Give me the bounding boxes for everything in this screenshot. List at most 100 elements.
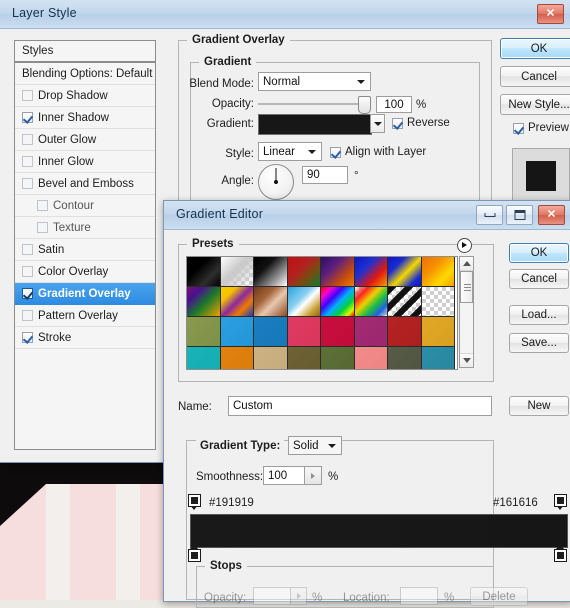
gradient-preview-strip[interactable] [190, 514, 568, 548]
sidebar-item-pattern-overlay[interactable]: Pattern Overlay [15, 305, 155, 327]
ge-load-button[interactable]: Load... [509, 305, 569, 325]
delete-stop-button[interactable]: Delete [470, 587, 528, 606]
preset-swatch-violet-green-orange[interactable] [187, 287, 221, 317]
stop-opacity-input[interactable] [253, 587, 291, 605]
new-style-button[interactable]: New Style... [500, 94, 570, 115]
opacity-input[interactable]: 100 [376, 96, 412, 113]
preset-swatch-black-to-white[interactable] [254, 257, 288, 287]
preset-swatch-chrome[interactable] [287, 287, 321, 317]
smoothness-input[interactable]: 100 [263, 466, 305, 485]
preset-swatch-transparent-stripes[interactable] [388, 287, 422, 317]
preset-swatch-olive-green[interactable] [187, 317, 221, 347]
preset-swatch-orange[interactable] [220, 347, 254, 369]
preset-swatch-transparent-rainbow[interactable] [354, 287, 388, 317]
gradient-picker-dropdown[interactable] [370, 114, 385, 133]
preset-swatch-dark-red[interactable] [388, 317, 422, 347]
presets-grid[interactable] [186, 256, 458, 370]
gradient-stop-left-bottom[interactable] [188, 544, 201, 562]
close-button[interactable]: ✕ [537, 4, 564, 24]
preset-swatch-goldenrod[interactable] [421, 317, 455, 347]
checkbox-icon[interactable] [22, 266, 33, 277]
sidebar-item-inner-glow[interactable]: Inner Glow [15, 151, 155, 173]
sidebar-item-inner-shadow[interactable]: Inner Shadow [15, 107, 155, 129]
preset-swatch-transparent[interactable] [421, 287, 455, 317]
sidebar-item-outer-glow[interactable]: Outer Glow [15, 129, 155, 151]
angle-dial[interactable] [258, 164, 294, 200]
presets-scrollbar[interactable] [459, 256, 474, 368]
preset-swatch-blue-yellow-blue[interactable] [388, 257, 422, 287]
opacity-slider-knob[interactable] [358, 96, 371, 114]
sidebar-item-stroke[interactable]: Stroke [15, 327, 155, 349]
sidebar-item-color-overlay[interactable]: Color Overlay [15, 261, 155, 283]
gradient-name-input[interactable]: Custom [228, 396, 492, 416]
ge-ok-button[interactable]: OK [509, 243, 569, 263]
preset-swatch-salmon[interactable] [354, 347, 388, 369]
ok-button[interactable]: OK [500, 38, 570, 59]
close-button[interactable]: ✕ [538, 205, 565, 225]
checkbox-icon[interactable] [22, 332, 33, 343]
preset-swatch-steel-teal[interactable] [421, 347, 455, 369]
gradient-preview-button[interactable] [258, 114, 372, 135]
checkbox-icon[interactable] [22, 310, 33, 321]
preset-swatch-sky-blue[interactable] [220, 317, 254, 347]
presets-menu-icon[interactable] [457, 238, 472, 253]
preset-swatch-gray-green[interactable] [388, 347, 422, 369]
preset-swatch-red-green[interactable] [287, 257, 321, 287]
preset-swatch-spectrum[interactable] [321, 287, 355, 317]
checkbox-icon[interactable] [22, 156, 33, 167]
preset-swatch-yellow-violet-orange-blue[interactable] [220, 287, 254, 317]
layer-style-titlebar[interactable]: Layer Style ✕ [0, 0, 570, 29]
preset-swatch-black-to-dark[interactable] [187, 257, 221, 287]
angle-input[interactable]: 90 [302, 166, 348, 184]
preset-swatch-magenta-purple[interactable] [354, 317, 388, 347]
sidebar-item-drop-shadow[interactable]: Drop Shadow [15, 85, 155, 107]
gradient-stop-left-top[interactable] [188, 494, 201, 510]
ge-cancel-button[interactable]: Cancel [509, 269, 569, 289]
checkbox-icon[interactable] [22, 112, 33, 123]
gradient-type-select[interactable]: Solid [288, 436, 342, 455]
maximize-button[interactable] [506, 205, 533, 225]
preset-swatch-blue-red-yellow[interactable] [354, 257, 388, 287]
gradient-style-select[interactable]: Linear [258, 142, 322, 161]
new-preset-button[interactable]: New [509, 396, 569, 416]
preset-swatch-white-to-transparent[interactable] [220, 257, 254, 287]
scrollbar-thumb[interactable] [460, 271, 473, 303]
preset-swatch-pink-red[interactable] [287, 317, 321, 347]
stop-opacity-stepper[interactable] [291, 587, 307, 605]
preset-swatch-copper[interactable] [254, 287, 288, 317]
scroll-down-button[interactable] [460, 353, 473, 367]
sidebar-item-bevel-and-emboss[interactable]: Bevel and Emboss [15, 173, 155, 195]
align-with-layer-checkbox[interactable]: Align with Layer [330, 146, 426, 158]
preview-checkbox[interactable]: Preview [513, 122, 569, 134]
sidebar-item-texture[interactable]: Texture [15, 217, 155, 239]
checkbox-icon[interactable] [22, 244, 33, 255]
sidebar-item-satin[interactable]: Satin [15, 239, 155, 261]
checkbox-icon[interactable] [22, 288, 33, 299]
styles-list[interactable]: Styles Blending Options: Default Drop Sh… [14, 40, 156, 450]
preset-swatch-dark-olive[interactable] [287, 347, 321, 369]
smoothness-stepper[interactable] [305, 466, 322, 485]
checkbox-icon[interactable] [22, 178, 33, 189]
gradient-stop-right-top[interactable] [554, 494, 567, 510]
reverse-checkbox[interactable]: Reverse [392, 117, 450, 129]
stop-location-input[interactable] [400, 587, 438, 605]
blend-mode-select[interactable]: Normal [258, 72, 371, 91]
preset-swatch-steel-blue[interactable] [254, 317, 288, 347]
checkbox-icon[interactable] [22, 90, 33, 101]
preset-swatch-moss-green[interactable] [321, 347, 355, 369]
checkbox-icon[interactable] [37, 222, 48, 233]
sidebar-item-gradient-overlay[interactable]: Gradient Overlay [15, 283, 155, 305]
scroll-up-button[interactable] [460, 257, 473, 271]
cancel-button[interactable]: Cancel [500, 66, 570, 87]
preset-swatch-tan[interactable] [254, 347, 288, 369]
sidebar-item-blending-options[interactable]: Blending Options: Default [15, 63, 155, 85]
preset-swatch-orange-yellow[interactable] [421, 257, 455, 287]
ge-save-button[interactable]: Save... [509, 333, 569, 353]
sidebar-item-contour[interactable]: Contour [15, 195, 155, 217]
preset-swatch-teal[interactable] [187, 347, 221, 369]
checkbox-icon[interactable] [37, 200, 48, 211]
preset-swatch-violet-orange[interactable] [321, 257, 355, 287]
preset-swatch-crimson[interactable] [321, 317, 355, 347]
gradient-stop-right-bottom[interactable] [554, 544, 567, 562]
minimize-button[interactable] [476, 205, 503, 225]
